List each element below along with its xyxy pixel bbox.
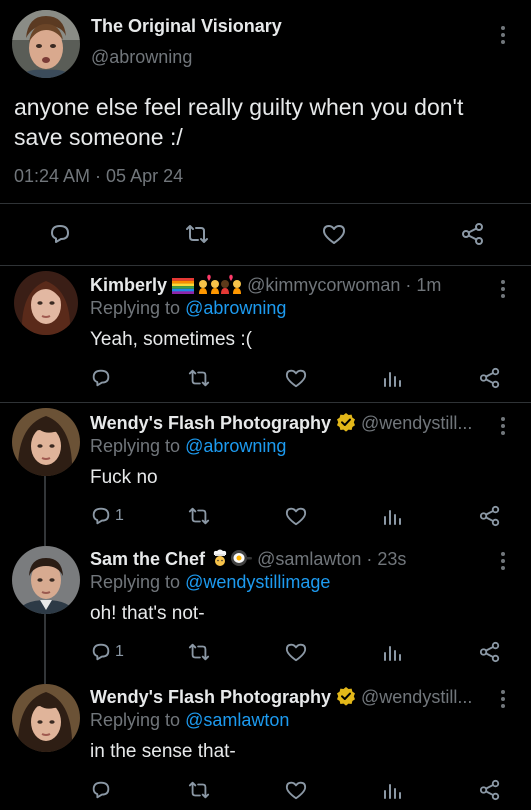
- avatar[interactable]: [12, 684, 80, 752]
- tweet-text: anyone else feel really guilty when you …: [14, 92, 463, 152]
- views-icon[interactable]: [381, 779, 403, 801]
- divider: [0, 203, 531, 204]
- tweet-text-line: save someone :/: [14, 124, 183, 150]
- retweet-icon[interactable]: [187, 505, 211, 527]
- reply-count: 1: [115, 643, 124, 660]
- couple-with-heart-emoji-icon: [220, 274, 242, 294]
- display-name[interactable]: The Original Visionary: [91, 16, 282, 37]
- tweet-text-line: anyone else feel really guilty when you …: [14, 94, 464, 120]
- verified-badge-icon: [336, 412, 356, 432]
- avatar[interactable]: [12, 10, 80, 78]
- share-icon[interactable]: [460, 222, 486, 246]
- replying-to-link[interactable]: @wendystillimage: [185, 572, 330, 592]
- display-name[interactable]: Kimberly: [90, 275, 167, 295]
- views-icon[interactable]: [381, 367, 403, 389]
- retweet-icon[interactable]: [187, 779, 211, 801]
- more-icon[interactable]: [500, 690, 506, 711]
- more-icon[interactable]: [500, 280, 506, 301]
- share-icon[interactable]: [478, 367, 502, 389]
- retweet-icon[interactable]: [187, 641, 211, 663]
- handle[interactable]: @kimmycorwoman · 1m: [247, 275, 441, 295]
- reply-text: in the sense that-: [90, 741, 236, 762]
- views-icon[interactable]: [381, 505, 403, 527]
- replying-to-label: Replying to: [90, 436, 181, 456]
- replying-to-link[interactable]: @abrowning: [185, 436, 286, 456]
- reply-count: 1: [115, 507, 124, 524]
- like-icon[interactable]: [284, 367, 308, 389]
- share-icon[interactable]: [478, 779, 502, 801]
- timestamp: 01:24 AM · 05 Apr 24: [14, 166, 184, 186]
- fried-egg-emoji-icon: [230, 548, 253, 568]
- thread-line: [44, 614, 46, 684]
- handle[interactable]: @wendystill...: [361, 687, 472, 707]
- verified-badge-icon: [336, 686, 356, 706]
- rainbow-flag-emoji-icon: [172, 278, 198, 294]
- share-icon[interactable]: [478, 505, 502, 527]
- replying-to-link[interactable]: @samlawton: [185, 710, 289, 730]
- display-name[interactable]: Wendy's Flash Photography: [90, 413, 331, 433]
- reply-icon[interactable]: [90, 367, 112, 389]
- handle[interactable]: @samlawton · 23s: [257, 549, 406, 569]
- reply-icon[interactable]: [90, 779, 112, 801]
- replying-to-label: Replying to: [90, 572, 181, 592]
- avatar[interactable]: [12, 408, 80, 476]
- reply-text: Fuck no: [90, 467, 158, 488]
- like-icon[interactable]: [284, 641, 308, 663]
- divider: [0, 265, 531, 266]
- replying-to-label: Replying to: [90, 710, 181, 730]
- couple-with-heart-emoji-icon: [198, 274, 220, 294]
- avatar[interactable]: [12, 546, 80, 614]
- handle[interactable]: @wendystill...: [361, 413, 472, 433]
- reply-text: Yeah, sometimes :(: [90, 329, 252, 350]
- reply-icon[interactable]: [48, 222, 72, 246]
- thread-line: [44, 476, 46, 546]
- display-name[interactable]: Wendy's Flash Photography: [90, 687, 331, 707]
- more-icon[interactable]: [500, 417, 506, 438]
- like-icon[interactable]: [284, 505, 308, 527]
- like-icon[interactable]: [321, 222, 347, 246]
- handle[interactable]: @abrowning: [91, 47, 192, 68]
- display-name[interactable]: Sam the Chef: [90, 549, 205, 569]
- divider: [0, 402, 531, 403]
- retweet-icon[interactable]: [184, 222, 210, 246]
- reply-icon[interactable]: [90, 641, 112, 663]
- more-icon[interactable]: [500, 26, 506, 47]
- more-icon[interactable]: [500, 552, 506, 573]
- avatar[interactable]: [14, 271, 78, 335]
- reply-icon[interactable]: [90, 505, 112, 527]
- views-icon[interactable]: [381, 641, 403, 663]
- share-icon[interactable]: [478, 641, 502, 663]
- reply-text: oh! that's not-: [90, 603, 205, 624]
- like-icon[interactable]: [284, 779, 308, 801]
- replying-to-label: Replying to: [90, 298, 181, 318]
- retweet-icon[interactable]: [187, 367, 211, 389]
- cook-emoji-icon: [210, 548, 230, 568]
- replying-to-link[interactable]: @abrowning: [185, 298, 286, 318]
